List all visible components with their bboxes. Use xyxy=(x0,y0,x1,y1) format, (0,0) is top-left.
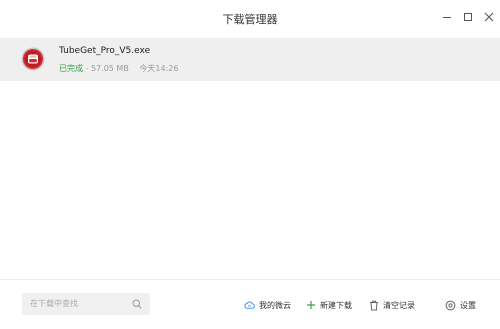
new-download-label: 新建下载 xyxy=(320,300,352,310)
my-weiyun-button[interactable]: 我的微云 xyxy=(244,298,291,312)
new-download-button[interactable]: 新建下载 xyxy=(305,298,352,312)
maximize-button[interactable] xyxy=(460,9,476,25)
plus-icon xyxy=(305,300,316,311)
meta-separator: - xyxy=(85,64,89,73)
download-list: TubeGet_Pro_V5.exe 已完成 - 57.05 MB 今天14:2… xyxy=(0,38,500,278)
tubeget-app-icon xyxy=(21,47,45,71)
bottom-toolbar: 在下载中查找 我的微云 新建下载 清空记录 设置 xyxy=(0,279,500,329)
settings-label: 设置 xyxy=(460,300,476,310)
cloud-icon xyxy=(244,300,255,311)
download-time: 今天14:26 xyxy=(139,64,179,73)
minimize-button[interactable] xyxy=(439,9,455,25)
search-input[interactable]: 在下载中查找 xyxy=(22,293,150,315)
gear-icon xyxy=(445,300,456,311)
my-weiyun-label: 我的微云 xyxy=(259,300,291,310)
download-item[interactable]: TubeGet_Pro_V5.exe 已完成 - 57.05 MB 今天14:2… xyxy=(0,38,500,81)
minimize-icon xyxy=(443,16,451,18)
download-filename: TubeGet_Pro_V5.exe xyxy=(59,46,151,56)
download-meta: 已完成 - 57.05 MB 今天14:26 xyxy=(59,63,178,74)
window-title: 下载管理器 xyxy=(222,13,278,26)
maximize-icon xyxy=(464,13,472,21)
clear-records-label: 清空记录 xyxy=(383,300,415,310)
download-size: 57.05 MB xyxy=(90,64,129,73)
download-manager-window: 下载管理器 TubeGet_Pro_V5.exe 已完成 - 57.05 MB … xyxy=(0,0,500,329)
close-button[interactable] xyxy=(481,9,497,25)
settings-button[interactable]: 设置 xyxy=(445,298,476,312)
trash-icon xyxy=(368,300,379,311)
title-bar: 下载管理器 xyxy=(0,0,500,38)
close-icon xyxy=(484,12,494,22)
clear-records-button[interactable]: 清空记录 xyxy=(368,298,415,312)
download-status: 已完成 xyxy=(59,64,83,73)
search-icon xyxy=(132,299,142,309)
search-placeholder: 在下载中查找 xyxy=(30,299,78,308)
